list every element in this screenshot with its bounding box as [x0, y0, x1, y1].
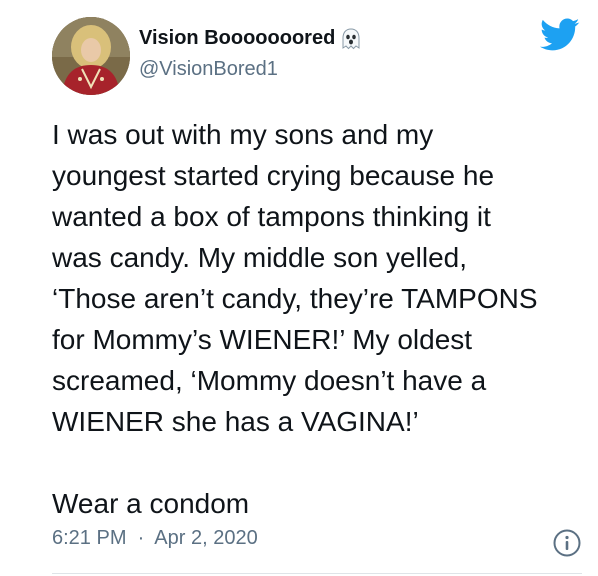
info-icon[interactable]	[552, 528, 582, 558]
author-display-name[interactable]: Vision Booooooored	[139, 27, 335, 50]
tweet-text-line: WIENER she has a VAGINA!’	[52, 406, 419, 437]
tweet-time: 6:21 PM	[52, 527, 127, 549]
divider	[52, 573, 582, 574]
tweet-timestamp[interactable]: 6:21 PM · Apr 2, 2020	[52, 527, 258, 550]
ghost-emoji-icon	[341, 27, 361, 50]
tweet-text-line: wanted a box of tampons thinking it	[52, 201, 491, 232]
author-name-row: Vision Booooooored	[139, 27, 361, 50]
tweet-text: I was out with my sons and my youngest s…	[52, 114, 592, 524]
tweet-text-line: screamed, ‘Mommy doesn’t have a	[52, 365, 487, 396]
tweet-text-line: youngest started crying because he	[52, 160, 495, 191]
tweet-text-line: I was out with my sons and my	[52, 119, 434, 150]
tweet-date: Apr 2, 2020	[154, 527, 258, 549]
tweet-text-line: for Mommy’s WIENER!’ My oldest	[52, 324, 473, 355]
timestamp-separator: ·	[132, 527, 150, 549]
tweet-card: Vision Booooooored @VisionBored1 I was o…	[0, 0, 598, 576]
author-handle[interactable]: @VisionBored1	[139, 58, 278, 81]
tweet-text-line: was candy. My middle son yelled,	[52, 242, 467, 273]
tweet-closing-line: Wear a condom	[52, 488, 250, 519]
tweet-text-line: ‘Those aren’t candy, they’re TAMPONS	[52, 283, 538, 314]
avatar-image	[52, 17, 130, 95]
twitter-bird-icon	[540, 18, 580, 52]
avatar[interactable]	[52, 17, 130, 95]
